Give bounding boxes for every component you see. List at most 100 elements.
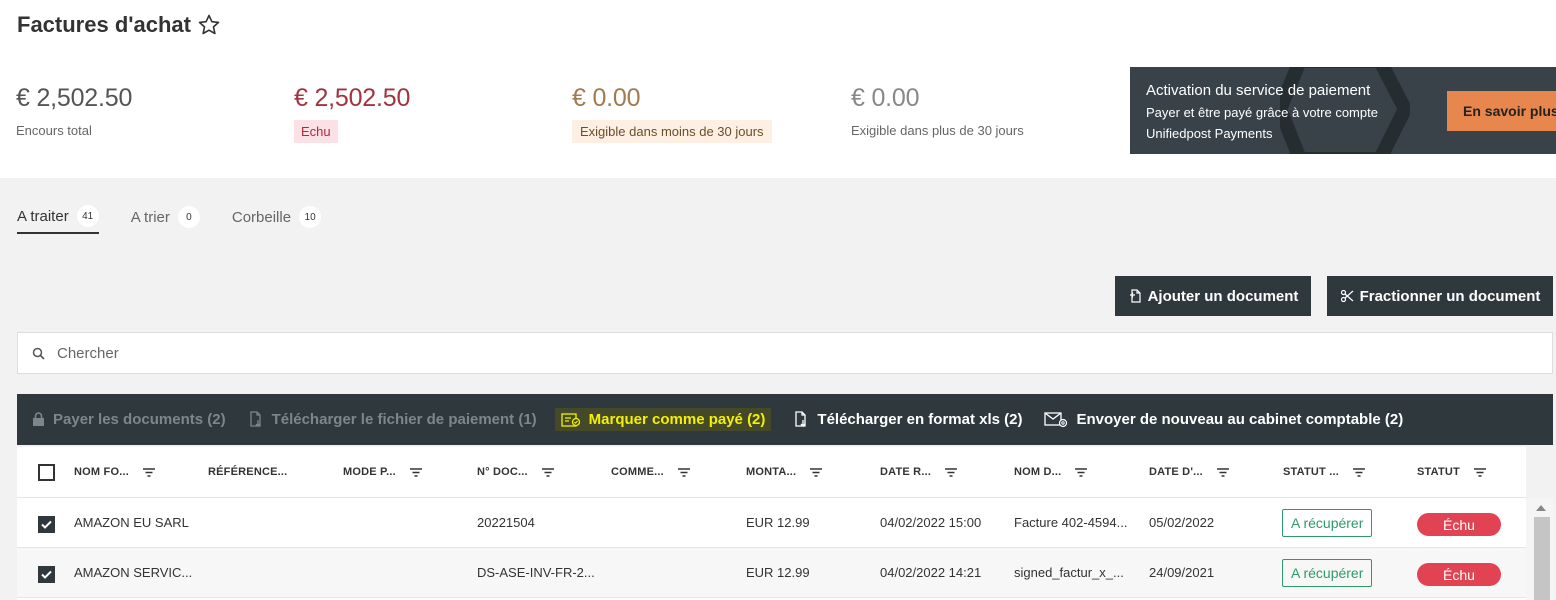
cell-date-received: 04/02/2022 15:00	[880, 515, 982, 530]
column-header-status-1[interactable]: STATUT ...	[1283, 466, 1365, 478]
stat-due-later-amount: € 0.00	[851, 84, 920, 112]
add-document-label: Ajouter un document	[1147, 287, 1299, 305]
cell-doc-name: signed_factur_x_...	[1014, 565, 1124, 580]
tab-label: A trier	[130, 208, 170, 226]
star-icon[interactable]	[197, 13, 221, 37]
download-xls-button[interactable]: Télécharger en format xls (2)	[793, 411, 1022, 428]
select-all-checkbox[interactable]	[38, 464, 55, 481]
row-checkbox[interactable]	[38, 566, 55, 583]
stat-overdue: € 2,502.50 Echu	[294, 84, 410, 143]
column-header-supplier[interactable]: NOM FO...	[74, 466, 155, 478]
column-label: RÉFÉRENCE...	[208, 466, 288, 478]
column-label: COMME...	[611, 466, 664, 478]
column-label: N° DOC...	[477, 466, 528, 478]
stat-overdue-badge: Echu	[294, 120, 338, 143]
cell-doc-number: 20221504	[477, 515, 535, 530]
checkmark-icon	[41, 520, 52, 529]
search-icon	[32, 347, 45, 360]
stat-overdue-amount: € 2,502.50	[294, 84, 411, 112]
column-header-amount[interactable]: MONTA...	[746, 466, 823, 478]
pay-documents-label: Payer les documents (2)	[53, 411, 226, 428]
stat-due-soon-amount: € 0.00	[572, 84, 641, 112]
column-label: DATE D'...	[1149, 466, 1203, 478]
tab-label: Corbeille	[231, 208, 292, 226]
table-scrollbar[interactable]	[1526, 499, 1553, 600]
column-header-reference[interactable]: RÉFÉRENCE...	[208, 466, 287, 478]
document-tabs: A traiter 41 A trier 0 Corbeille 10	[17, 200, 322, 234]
search-input[interactable]	[57, 344, 657, 362]
filter-icon[interactable]	[142, 467, 155, 477]
column-header-doc-name[interactable]: NOM D...	[1014, 466, 1088, 478]
payment-promo-banner: Activation du service de paiement Payer …	[1130, 67, 1556, 154]
stat-total-label: Encours total	[16, 123, 92, 138]
column-label: DATE R...	[880, 466, 932, 478]
cell-amount: EUR 12.99	[746, 515, 810, 530]
filter-icon[interactable]	[1216, 467, 1229, 477]
stat-due-later-label: Exigible dans plus de 30 jours	[851, 123, 1024, 138]
filter-icon[interactable]	[945, 467, 958, 477]
pay-documents-button[interactable]: Payer les documents (2)	[32, 411, 226, 428]
add-document-button[interactable]: Ajouter un document	[1115, 276, 1311, 316]
invoices-table: NOM FO... RÉFÉRENCE... MODE P... N° DOC.…	[17, 447, 1526, 600]
status-badge-recover[interactable]: A récupérer	[1282, 509, 1373, 537]
cell-doc-name: Facture 402-4594...	[1014, 515, 1128, 530]
cell-supplier: AMAZON EU SARL	[74, 515, 189, 530]
filter-icon[interactable]	[541, 467, 554, 477]
table-row[interactable]: AMAZON EU SARL 20221504 EUR 12.99 04/02/…	[17, 498, 1526, 548]
filter-icon[interactable]	[1352, 467, 1365, 477]
search-bar	[17, 332, 1553, 374]
mark-paid-icon	[561, 413, 580, 427]
status-badge-overdue: Échu	[1417, 563, 1501, 586]
status-badge-overdue: Échu	[1417, 513, 1501, 536]
table-header: NOM FO... RÉFÉRENCE... MODE P... N° DOC.…	[17, 447, 1526, 498]
tab-a-traiter[interactable]: A traiter 41	[17, 200, 99, 234]
filter-icon[interactable]	[409, 467, 422, 477]
download-file-icon	[249, 411, 261, 427]
scroll-up-icon[interactable]	[1536, 505, 1546, 511]
stat-due-soon-badge: Exigible dans moins de 30 jours	[572, 120, 772, 143]
row-checkbox[interactable]	[38, 516, 55, 533]
tab-count-badge: 0	[177, 206, 200, 228]
column-header-status-2[interactable]: STATUT	[1417, 466, 1486, 478]
column-header-doc-date[interactable]: DATE D'...	[1149, 466, 1229, 478]
promo-line-2: Unifiedpost Payments	[1146, 126, 1273, 141]
tab-label: A traiter	[17, 207, 69, 225]
download-payment-file-label: Télécharger le fichier de paiement (1)	[271, 411, 537, 428]
column-header-mode[interactable]: MODE P...	[343, 466, 422, 478]
column-header-comment[interactable]: COMME...	[611, 466, 690, 478]
cell-doc-date: 24/09/2021	[1149, 565, 1215, 580]
tab-count-badge: 10	[299, 206, 322, 228]
add-document-icon	[1129, 289, 1141, 303]
learn-more-button[interactable]: En savoir plus	[1447, 91, 1556, 131]
column-label: STATUT	[1417, 466, 1460, 478]
cell-doc-number: DS-ASE-INV-FR-2...	[477, 565, 595, 580]
download-xls-icon	[795, 411, 807, 427]
column-label: NOM FO...	[74, 466, 129, 478]
filter-icon[interactable]	[1075, 467, 1088, 477]
tab-a-trier[interactable]: A trier 0	[131, 200, 200, 234]
tab-corbeille[interactable]: Corbeille 10	[231, 200, 322, 234]
mark-as-paid-button[interactable]: Marquer comme payé (2)	[554, 408, 772, 431]
download-payment-file-button[interactable]: Télécharger le fichier de paiement (1)	[248, 411, 537, 428]
column-header-doc-number[interactable]: N° DOC...	[477, 466, 554, 478]
resend-accountant-button[interactable]: Envoyer de nouveau au cabinet comptable …	[1044, 411, 1403, 428]
promo-line-1: Payer et être payé grâce à votre compte	[1146, 105, 1378, 120]
column-header-date-received[interactable]: DATE R...	[880, 466, 958, 478]
cell-doc-date: 05/02/2022	[1149, 515, 1215, 530]
split-document-label: Fractionner un document	[1359, 287, 1541, 305]
stat-due-soon: € 0.00 Exigible dans moins de 30 jours	[572, 84, 772, 143]
scrollbar-thumb[interactable]	[1534, 517, 1550, 600]
column-label: MODE P...	[343, 466, 396, 478]
column-label: STATUT ...	[1283, 466, 1339, 478]
scissors-icon	[1340, 289, 1353, 303]
cell-supplier: AMAZON SERVIC...	[74, 565, 193, 580]
summary-panel: Factures d'achat € 2,502.50 Encours tota…	[0, 0, 1556, 178]
status-badge-recover[interactable]: A récupérer	[1282, 559, 1373, 587]
bulk-action-bar: Payer les documents (2) Télécharger le f…	[17, 394, 1553, 445]
filter-icon[interactable]	[1473, 467, 1486, 477]
filter-icon[interactable]	[677, 467, 690, 477]
filter-icon[interactable]	[810, 467, 823, 477]
table-row[interactable]: AMAZON SERVIC... DS-ASE-INV-FR-2... EUR …	[17, 548, 1526, 598]
email-at-icon	[1044, 412, 1068, 428]
split-document-button[interactable]: Fractionner un document	[1327, 276, 1553, 316]
